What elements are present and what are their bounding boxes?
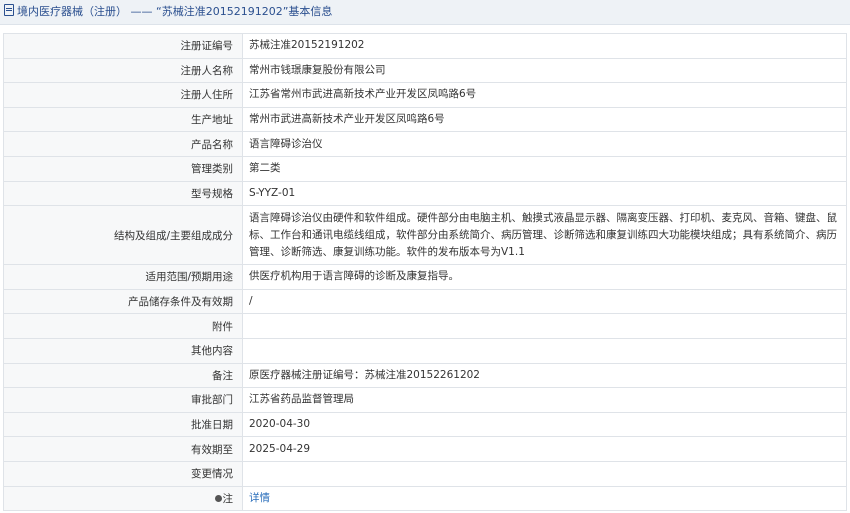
table-row: 其他内容	[3, 337, 847, 364]
table-row: 注册人住所 江苏省常州市武进高新技术产业开发区凤鸣路6号	[3, 82, 847, 108]
note-row: 注 详情	[3, 485, 847, 512]
details-link[interactable]: 详情	[249, 492, 270, 504]
header-separator: ——	[130, 5, 153, 18]
row-value: 常州市武进高新技术产业开发区凤鸣路6号	[242, 106, 847, 133]
table-row: 审批部门 江苏省药品监督管理局	[3, 387, 847, 413]
row-label: 管理类别	[3, 155, 243, 182]
table-row: 适用范围/预期用途 供医疗机构用于语言障碍的诊断及康复指导。	[3, 264, 847, 290]
row-label: 产品名称	[3, 131, 243, 157]
table-row: 管理类别 第二类	[3, 155, 847, 182]
row-value	[242, 460, 847, 487]
table-row: 注册证编号 苏械注准20152191202	[3, 33, 847, 59]
row-label: 审批部门	[3, 387, 243, 413]
row-value: 2025-04-29	[242, 436, 847, 462]
row-label: 生产地址	[3, 106, 243, 133]
row-label: 注册人住所	[3, 82, 243, 108]
document-icon	[4, 4, 14, 16]
table-row: 备注 原医疗器械注册证编号：苏械注准20152261202	[3, 362, 847, 389]
row-value	[242, 337, 847, 364]
row-label: 有效期至	[3, 436, 243, 462]
note-icon	[214, 494, 222, 502]
row-value	[242, 313, 847, 339]
row-value: 2020-04-30	[242, 411, 847, 438]
row-label: 其他内容	[3, 337, 243, 364]
row-value: S-YYZ-01	[242, 180, 847, 207]
table-row: 结构及组成/主要组成成分 语言障碍诊治仪由硬件和软件组成。硬件部分由电脑主机、触摸…	[3, 205, 847, 266]
info-table: 注册证编号 苏械注准20152191202 注册人名称 常州市钱璟康复股份有限公司 …	[3, 33, 847, 512]
table-row: 批准日期 2020-04-30	[3, 411, 847, 438]
row-value: 常州市钱璟康复股份有限公司	[242, 57, 847, 84]
table-row: 注册人名称 常州市钱璟康复股份有限公司	[3, 57, 847, 84]
note-value-cell: 详情	[242, 485, 847, 512]
row-label: 注册证编号	[3, 33, 243, 59]
row-value: 语言障碍诊治仪由硬件和软件组成。硬件部分由电脑主机、触摸式液晶显示器、隔离变压器…	[242, 205, 847, 266]
row-value: 第二类	[242, 155, 847, 182]
note-label-cell: 注	[3, 485, 243, 512]
table-row: 生产地址 常州市武进高新技术产业开发区凤鸣路6号	[3, 106, 847, 133]
row-value: 供医疗机构用于语言障碍的诊断及康复指导。	[242, 264, 847, 290]
row-value: 原医疗器械注册证编号：苏械注准20152261202	[242, 362, 847, 389]
row-label: 适用范围/预期用途	[3, 264, 243, 290]
header-suffix: 基本信息	[288, 5, 333, 18]
row-value: 语言障碍诊治仪	[242, 131, 847, 157]
row-value: /	[242, 288, 847, 315]
table-row: 变更情况	[3, 460, 847, 487]
table-row: 产品储存条件及有效期 /	[3, 288, 847, 315]
table-row: 产品名称 语言障碍诊治仪	[3, 131, 847, 157]
row-label: 结构及组成/主要组成成分	[3, 205, 243, 266]
page-header: 境内医疗器械（注册） —— “苏械注准20152191202”基本信息	[0, 0, 850, 25]
note-label: 注	[222, 492, 234, 505]
row-value: 江苏省常州市武进高新技术产业开发区凤鸣路6号	[242, 82, 847, 108]
row-label: 变更情况	[3, 460, 243, 487]
row-label: 注册人名称	[3, 57, 243, 84]
row-label: 批准日期	[3, 411, 243, 438]
row-value: 苏械注准20152191202	[242, 33, 847, 59]
row-label: 备注	[3, 362, 243, 389]
table-row: 型号规格 S-YYZ-01	[3, 180, 847, 207]
row-label: 产品储存条件及有效期	[3, 288, 243, 315]
header-reg-no: 苏械注准20152191202	[161, 5, 283, 18]
table-row: 有效期至 2025-04-29	[3, 436, 847, 462]
header-section: 境内医疗器械（注册）	[17, 5, 127, 18]
table-row: 附件	[3, 313, 847, 339]
row-label: 附件	[3, 313, 243, 339]
row-label: 型号规格	[3, 180, 243, 207]
row-value: 江苏省药品监督管理局	[242, 387, 847, 413]
